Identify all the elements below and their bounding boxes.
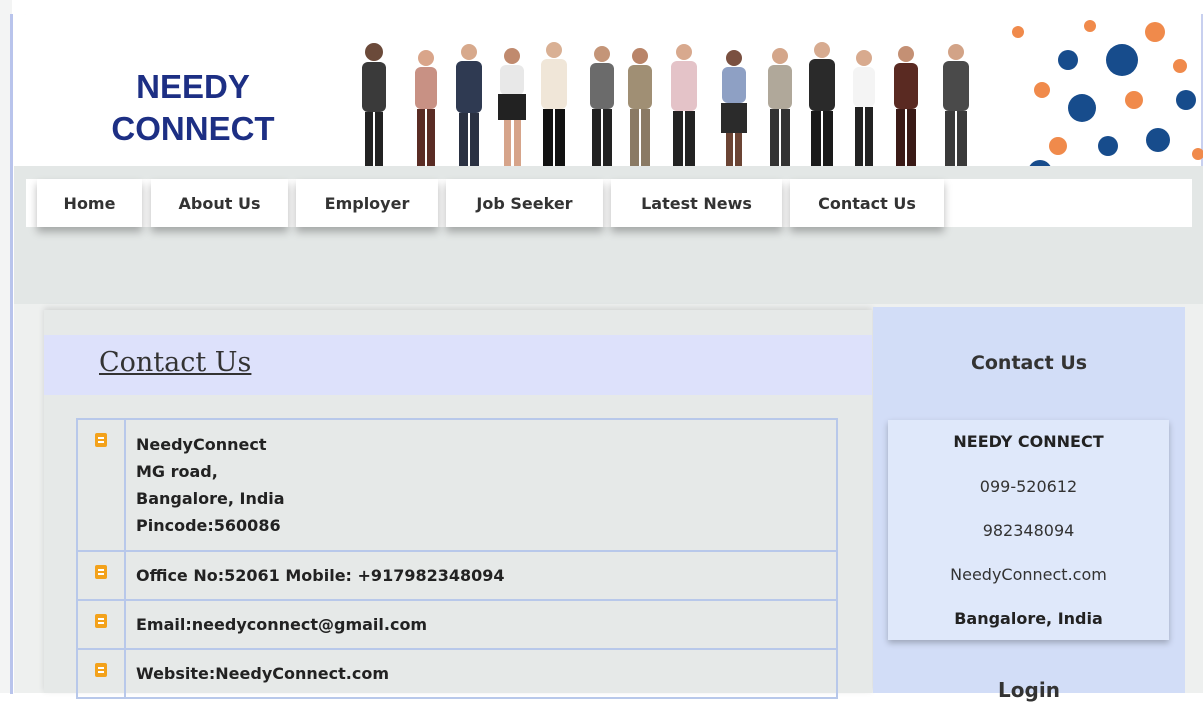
card-city: Bangalore, India [954,609,1103,628]
document-bullet-icon [95,614,107,628]
logo-line-1: NEEDY [136,68,250,105]
nav-job-seeker[interactable]: Job Seeker [446,179,603,227]
logo-line-2: CONNECT [111,110,275,147]
address-pincode: Pincode:560086 [136,516,281,535]
nav-about-us[interactable]: About Us [151,179,288,227]
website-text: Website:NeedyConnect.com [124,648,838,699]
table-row: NeedyConnect MG road, Bangalore, India P… [76,418,838,552]
document-bullet-icon [95,433,107,447]
address-line-1: MG road, [136,462,218,481]
nav-latest-news[interactable]: Latest News [611,179,782,227]
sidebar-title: Contact Us [970,352,1088,374]
card-phone-2: 982348094 [982,521,1075,540]
phone-text: Office No:52061 Mobile: +917982348094 [124,550,838,601]
email-text: Email:needyconnect@gmail.com [124,599,838,650]
nav-contact-us[interactable]: Contact Us [790,179,944,227]
nav-home[interactable]: Home [37,179,142,227]
address-line-2: Bangalore, India [136,489,285,508]
contact-info-table: NeedyConnect MG road, Bangalore, India P… [76,418,838,699]
page-title: Contact Us [99,347,252,378]
nav-employer[interactable]: Employer [296,179,438,227]
card-phone-1: 099-520612 [979,477,1078,496]
table-row: Office No:52061 Mobile: +917982348094 [76,550,838,601]
document-bullet-icon [95,663,107,677]
people-banner-image [362,42,969,171]
login-heading: Login [998,678,1060,702]
left-border-line [10,14,13,694]
card-company-name: NEEDY CONNECT [953,432,1104,451]
table-row: Email:needyconnect@gmail.com [76,599,838,650]
site-header: NEEDY CONNECT [14,14,1203,180]
table-row: Website:NeedyConnect.com [76,648,838,699]
address-name: NeedyConnect [136,435,267,454]
site-logo[interactable]: NEEDY CONNECT [98,66,288,150]
document-bullet-icon [95,565,107,579]
person-figures [362,42,969,171]
decorative-dots [1012,20,1203,180]
card-website: NeedyConnect.com [950,565,1107,584]
